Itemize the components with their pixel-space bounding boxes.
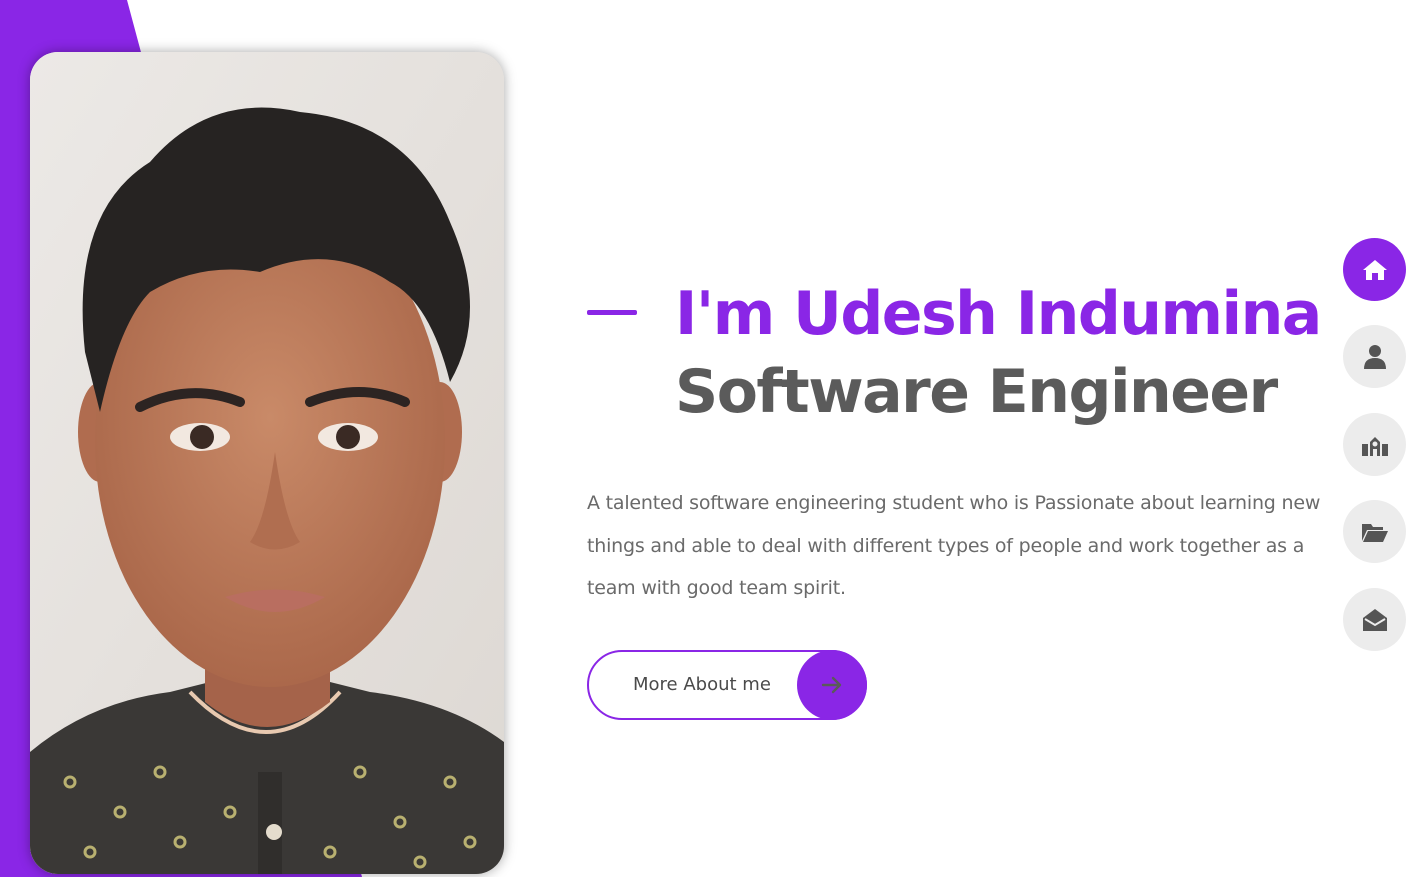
- accent-dash: [587, 310, 637, 315]
- hero-greeting: I'm Udesh Indumina: [675, 279, 1322, 349]
- envelope-open-icon: [1362, 608, 1387, 631]
- user-icon: [1363, 344, 1386, 369]
- home-icon: [1362, 259, 1387, 280]
- school-icon: [1361, 436, 1388, 456]
- nav-education-button[interactable]: [1343, 413, 1406, 476]
- folder-open-icon: [1361, 523, 1388, 542]
- home-page: I'm Udesh Indumina Software Engineer A t…: [0, 0, 1418, 877]
- arrow-right-icon: [797, 650, 867, 720]
- hero-role: Software Engineer: [675, 357, 1278, 427]
- more-about-me-label: More About me: [633, 674, 771, 695]
- more-about-me-button[interactable]: More About me: [587, 650, 867, 720]
- hero-bio: A talented software engineering student …: [587, 492, 1321, 599]
- nav-portfolio-button[interactable]: [1343, 500, 1406, 563]
- nav-contact-button[interactable]: [1343, 588, 1406, 651]
- profile-photo: [30, 52, 504, 874]
- nav-about-button[interactable]: [1343, 325, 1406, 388]
- nav-home-button[interactable]: [1343, 238, 1406, 301]
